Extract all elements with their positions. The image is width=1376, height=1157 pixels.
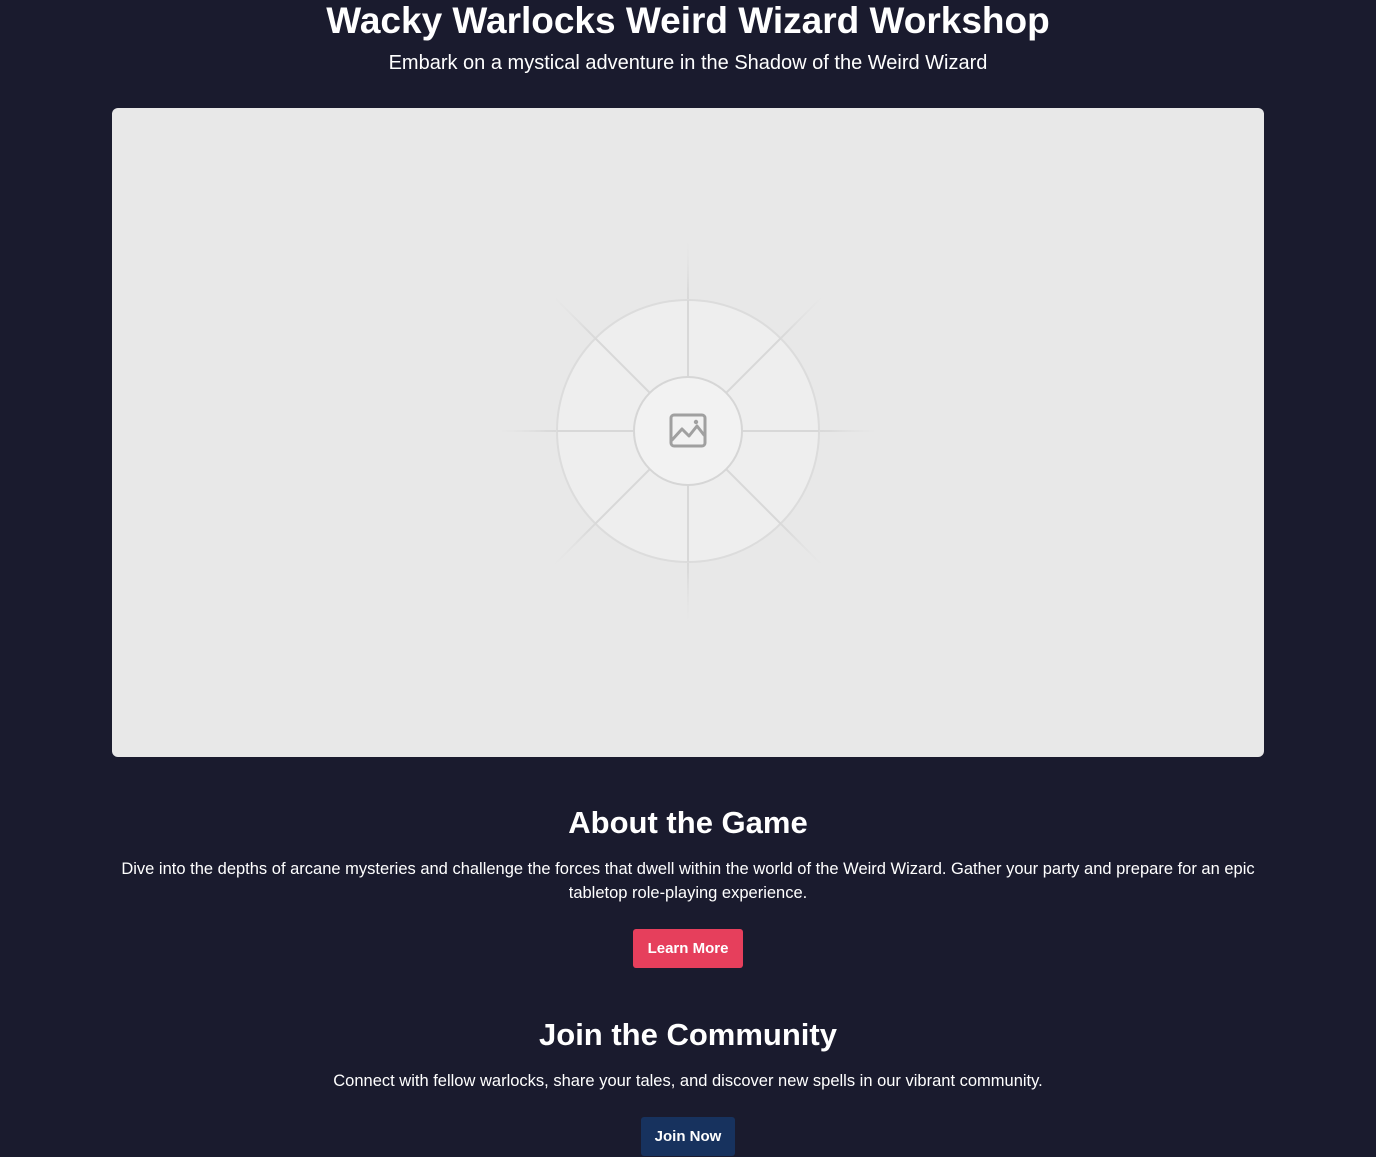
about-section-title: About the Game — [568, 805, 808, 840]
page-title: Wacky Warlocks Weird Wizard Workshop — [326, 0, 1050, 41]
page-subtitle: Embark on a mystical adventure in the Sh… — [388, 52, 988, 74]
learn-more-button[interactable]: Learn More — [633, 929, 743, 968]
community-section-title: Join the Community — [539, 1017, 837, 1052]
about-section-text: Dive into the depths of arcane mysteries… — [121, 860, 1255, 902]
page: Wacky Warlocks Weird Wizard Workshop Emb… — [0, 0, 1376, 1157]
hero-placeholder-graphic — [502, 238, 874, 624]
hero-image-placeholder — [112, 108, 1264, 757]
join-now-button[interactable]: Join Now — [641, 1117, 735, 1156]
community-section-text: Connect with fellow warlocks, share your… — [333, 1072, 1043, 1090]
